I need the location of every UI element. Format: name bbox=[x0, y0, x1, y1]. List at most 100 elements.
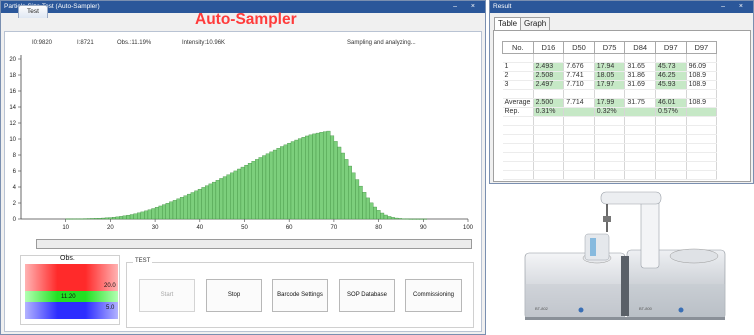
histogram-bar bbox=[290, 141, 295, 220]
cell: 31.69 bbox=[624, 80, 656, 90]
cell: 2.493 bbox=[533, 62, 565, 72]
histogram-bar bbox=[369, 202, 374, 220]
obs-lower-limit: 5.0 bbox=[106, 305, 115, 311]
histogram-bar bbox=[183, 195, 188, 220]
cell: 2.497 bbox=[533, 80, 565, 90]
cell: 108.9 bbox=[686, 98, 718, 108]
cell bbox=[624, 107, 656, 117]
histogram-bar bbox=[79, 218, 84, 220]
histogram-bar bbox=[187, 193, 192, 220]
histogram-bar bbox=[244, 164, 249, 220]
histogram-bar bbox=[340, 152, 345, 220]
histogram-bar bbox=[83, 218, 88, 220]
cell: 18.05 bbox=[594, 71, 626, 81]
histogram-bar bbox=[337, 146, 342, 220]
table-row: 1 2.493 7.676 17.94 31.65 45.73 96.09 bbox=[502, 62, 718, 72]
histogram-bar bbox=[133, 213, 138, 220]
histogram-bar bbox=[344, 159, 349, 220]
tab-test[interactable]: Test bbox=[18, 5, 48, 18]
histogram-bar bbox=[247, 163, 252, 220]
histogram-bar bbox=[204, 185, 209, 220]
tab-graph[interactable]: Graph bbox=[520, 17, 551, 30]
cell: 0.57% bbox=[655, 107, 687, 117]
commissioning-button[interactable]: Commissioning bbox=[405, 279, 462, 312]
cell: 1 bbox=[502, 62, 534, 72]
start-button[interactable]: Start bbox=[139, 279, 195, 312]
y-tick-label: 12 bbox=[9, 121, 16, 127]
cell: 108.9 bbox=[686, 80, 718, 90]
cell: 17.97 bbox=[594, 80, 626, 90]
cell: 0.31% bbox=[533, 107, 565, 117]
barcode-settings-button[interactable]: Barcode Settings bbox=[272, 279, 328, 312]
cell: 17.94 bbox=[594, 62, 626, 72]
x-tick-label: 30 bbox=[152, 225, 159, 231]
sop-database-button[interactable]: SOP Database bbox=[339, 279, 395, 312]
average-row: Average 2.500 7.714 17.99 31.75 46.01 10… bbox=[502, 98, 718, 108]
cell: 45.93 bbox=[655, 80, 687, 90]
histogram-bar bbox=[115, 216, 120, 220]
histogram-bar bbox=[333, 141, 338, 220]
histogram-bar bbox=[376, 210, 381, 220]
progress-bar bbox=[36, 239, 472, 249]
histogram-bar bbox=[69, 218, 74, 220]
col-header: D97 bbox=[685, 41, 718, 54]
cell: 7.741 bbox=[563, 71, 595, 81]
x-tick-label: 50 bbox=[241, 225, 248, 231]
col-header: D75 bbox=[593, 41, 626, 54]
histogram-bar bbox=[387, 216, 392, 220]
stop-button[interactable]: Stop bbox=[206, 279, 262, 312]
histogram-bar bbox=[137, 212, 141, 220]
tab-table[interactable]: Table bbox=[494, 17, 522, 30]
y-tick-label: 16 bbox=[9, 89, 16, 95]
histogram-bar bbox=[408, 218, 413, 220]
histogram-bar bbox=[251, 161, 256, 220]
histogram-bar bbox=[358, 185, 363, 220]
histogram-bar bbox=[330, 135, 335, 220]
histogram-bar bbox=[258, 157, 263, 220]
y-tick-label: 2 bbox=[13, 201, 17, 207]
histogram-bar bbox=[265, 153, 270, 220]
y-tick-label: 10 bbox=[9, 137, 16, 143]
intensity-readout: Intensity:10.96K bbox=[182, 40, 226, 46]
histogram-bar bbox=[348, 165, 352, 220]
histogram-bar bbox=[269, 151, 274, 220]
col-header: D84 bbox=[624, 41, 656, 54]
result-table-panel: No. D16 D50 D75 D84 D97 D97 1 2.493 7.67… bbox=[493, 30, 751, 182]
histogram-bar bbox=[272, 149, 277, 220]
cell: 2.508 bbox=[533, 71, 565, 81]
histogram-bar bbox=[108, 217, 113, 220]
histogram-bar bbox=[315, 132, 320, 220]
obs-upper-limit: 20.0 bbox=[104, 283, 116, 289]
window-controls[interactable]: – × bbox=[453, 1, 481, 13]
histogram-bar bbox=[76, 218, 81, 220]
histogram-bar bbox=[301, 137, 306, 220]
cell bbox=[686, 107, 718, 117]
x-tick-label: 100 bbox=[463, 225, 474, 231]
histogram-bar bbox=[326, 130, 331, 220]
table-row: 2 2.508 7.741 18.05 31.86 46.25 108.9 bbox=[502, 71, 718, 81]
histogram-bar bbox=[394, 217, 399, 220]
cell: 96.09 bbox=[686, 62, 718, 72]
cell: Average bbox=[502, 98, 534, 108]
histogram-bar bbox=[355, 179, 360, 220]
histogram-bar bbox=[294, 139, 299, 220]
histogram-bar bbox=[319, 132, 324, 220]
y-tick-label: 18 bbox=[9, 73, 16, 79]
histogram-bar bbox=[140, 211, 145, 220]
svg-text:BT-800: BT-800 bbox=[639, 306, 653, 311]
histogram-bar bbox=[169, 201, 174, 220]
result-title-bar: Result – × bbox=[490, 1, 753, 13]
histogram-bar bbox=[208, 183, 213, 220]
histogram-bar bbox=[219, 178, 224, 220]
instrument-image: BT-802 BT-800 bbox=[489, 186, 754, 335]
histogram-bar bbox=[233, 170, 238, 220]
cell: 46.25 bbox=[655, 71, 687, 81]
result-window-controls[interactable]: – × bbox=[721, 1, 749, 13]
histogram-bar bbox=[72, 218, 77, 220]
histogram-bar bbox=[222, 176, 227, 220]
histogram-bar bbox=[390, 217, 395, 220]
histogram-bar bbox=[383, 214, 388, 220]
histogram-bar bbox=[365, 197, 370, 220]
y-tick-label: 0 bbox=[13, 217, 17, 223]
histogram-bar bbox=[237, 168, 242, 220]
